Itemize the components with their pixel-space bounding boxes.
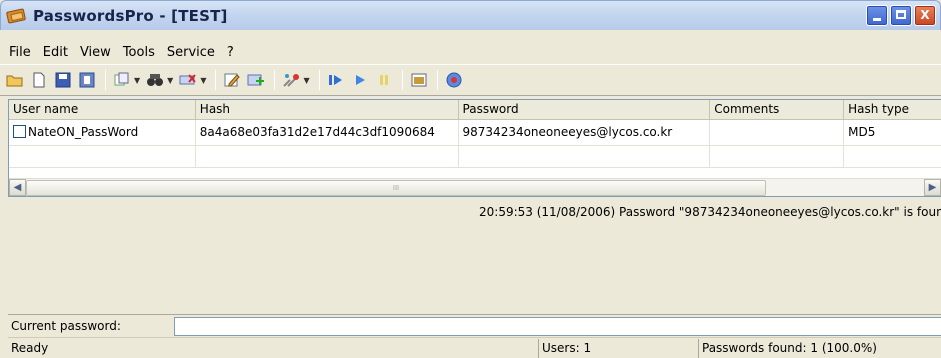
empty-cell xyxy=(9,146,196,167)
toolbar-separator xyxy=(318,70,320,90)
row-checkbox[interactable] xyxy=(13,125,26,138)
copy-icon[interactable] xyxy=(111,69,133,91)
chevron-left-icon: ◀ xyxy=(13,182,22,193)
status-passwords-found: Passwords found: 1 (100.0%) xyxy=(698,338,941,358)
log-message: 20:59:53 (11/08/2006) Password "98734234… xyxy=(479,205,941,219)
title-bar[interactable]: PasswordsPro - [TEST] X xyxy=(0,0,941,30)
empty-cell xyxy=(196,146,459,167)
edit-icon[interactable] xyxy=(221,69,243,91)
column-header-user-name[interactable]: User name xyxy=(9,100,196,119)
empty-cell xyxy=(710,146,845,167)
cell-hash-type: MD5 xyxy=(848,125,876,139)
save-icon[interactable] xyxy=(52,69,74,91)
maximize-icon xyxy=(896,10,906,19)
app-icon xyxy=(5,7,27,24)
table-row-empty xyxy=(9,146,941,168)
help-icon[interactable] xyxy=(443,69,465,91)
cell-password: 98734234oneoneeyes@lycos.co.kr xyxy=(459,120,711,145)
window-title: PasswordsPro - [TEST] xyxy=(33,6,228,25)
menu-bar: File Edit View Tools Service ? xyxy=(0,41,941,63)
maximize-button[interactable] xyxy=(890,5,912,26)
new-icon[interactable] xyxy=(28,69,50,91)
column-header-comments[interactable]: Comments xyxy=(710,100,845,119)
scroll-left-button[interactable]: ◀ xyxy=(9,179,26,196)
chevron-right-icon: ▶ xyxy=(928,182,937,193)
current-password-field[interactable] xyxy=(174,317,941,336)
find-icon[interactable] xyxy=(144,69,166,91)
column-header-password[interactable]: Password xyxy=(459,100,711,119)
menu-tools[interactable]: Tools xyxy=(118,45,160,60)
cell-user-name: NateON_PassWord xyxy=(9,120,196,145)
column-header-hash[interactable]: Hash xyxy=(196,100,459,119)
menu-help[interactable]: ? xyxy=(222,45,239,60)
status-state: Ready xyxy=(11,340,49,355)
status-users: Users: 1 xyxy=(538,338,698,358)
table-header: User name Hash Password Comments Hash ty… xyxy=(9,100,941,120)
column-header-hash-type[interactable]: Hash type xyxy=(844,100,941,119)
user-name-text: NateON_PassWord xyxy=(28,125,139,139)
menu-edit[interactable]: Edit xyxy=(38,45,73,60)
toolbar-separator xyxy=(436,70,438,90)
delete-icon[interactable] xyxy=(177,69,199,91)
toolbar: ▼ ▼ ▼ ▼ xyxy=(0,64,941,96)
current-password-row: Current password: xyxy=(8,314,941,336)
horizontal-scrollbar[interactable]: ◀ III ▶ xyxy=(9,178,941,196)
continue-icon[interactable] xyxy=(349,69,371,91)
attack-icon[interactable] xyxy=(280,69,302,91)
delete-dropdown-icon[interactable]: ▼ xyxy=(200,76,206,85)
scroll-right-button[interactable]: ▶ xyxy=(924,179,941,196)
start-icon[interactable] xyxy=(325,69,347,91)
attack-dropdown-icon[interactable]: ▼ xyxy=(303,76,309,85)
cell-hash: 8a4a68e03fa31d2e17d44c3df1090684 xyxy=(196,120,459,145)
toolbar-separator xyxy=(105,70,106,90)
menu-view[interactable]: View xyxy=(75,45,116,60)
save-as-icon[interactable] xyxy=(76,69,98,91)
settings-icon[interactable] xyxy=(408,69,430,91)
cell-comments xyxy=(710,120,845,145)
minimize-icon xyxy=(873,18,881,21)
close-button[interactable]: X xyxy=(914,5,936,26)
toolbar-separator xyxy=(215,70,217,90)
pause-icon[interactable] xyxy=(373,69,395,91)
password-table[interactable]: User name Hash Password Comments Hash ty… xyxy=(8,99,941,197)
toolbar-separator xyxy=(401,70,403,90)
minimize-button[interactable] xyxy=(866,5,888,26)
menu-service[interactable]: Service xyxy=(162,45,220,60)
empty-cell xyxy=(459,146,711,167)
open-folder-icon[interactable] xyxy=(4,69,26,91)
table-row[interactable]: NateON_PassWord 8a4a68e03fa31d2e17d44c3d… xyxy=(9,120,941,146)
toolbar-separator xyxy=(274,70,276,90)
find-dropdown-icon[interactable]: ▼ xyxy=(167,76,173,85)
menu-file[interactable]: File xyxy=(4,45,36,60)
empty-cell xyxy=(844,146,941,167)
log-panel: 20:59:53 (11/08/2006) Password "98734234… xyxy=(8,198,941,313)
add-icon[interactable] xyxy=(245,69,267,91)
close-icon: X xyxy=(920,8,930,22)
current-password-label: Current password: xyxy=(11,318,121,333)
status-bar: Ready Users: 1 Passwords found: 1 (100.0… xyxy=(8,337,941,358)
scroll-thumb[interactable]: III xyxy=(26,180,766,196)
copy-dropdown-icon[interactable]: ▼ xyxy=(134,76,140,85)
